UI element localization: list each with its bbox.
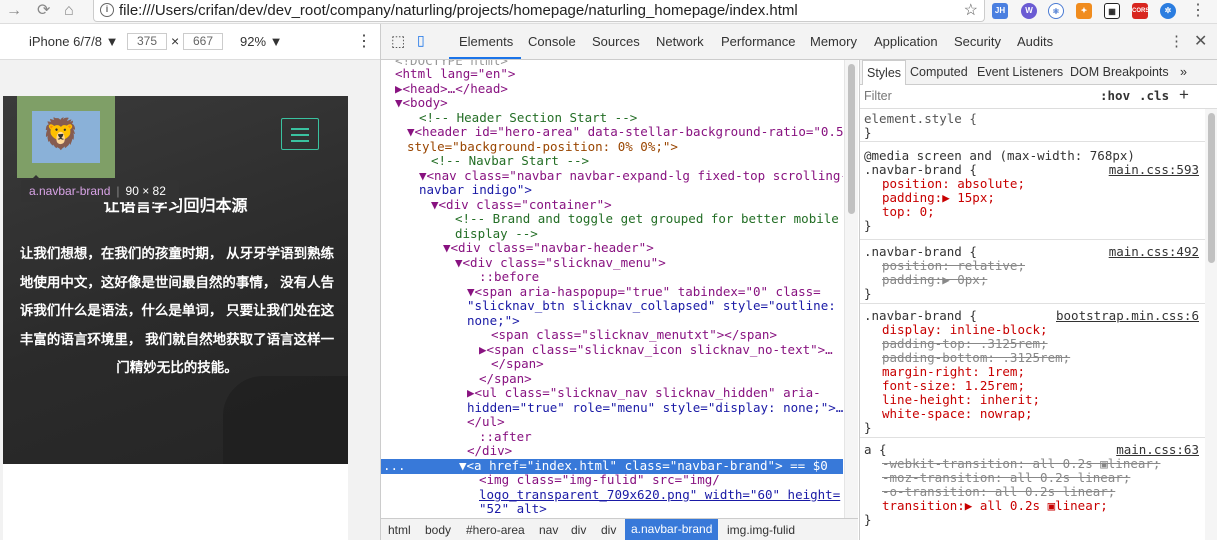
rule-navbar-brand-main: .navbar-brand { main.css:492 position: r… — [860, 242, 1205, 304]
tab-sources[interactable]: Sources — [592, 34, 640, 49]
dom-line[interactable]: </ul> — [467, 414, 505, 430]
device-toggle-icon[interactable]: ▯ — [417, 32, 425, 49]
styles-pane: Styles Computed Event Listeners DOM Brea… — [859, 60, 1217, 540]
tab-application[interactable]: Application — [874, 34, 938, 49]
browser-menu-icon[interactable]: ⋮ — [1190, 1, 1206, 21]
hamburger-menu-button[interactable] — [281, 118, 319, 150]
inspect-element-icon[interactable]: ⬚ — [391, 32, 405, 50]
extension-orange-icon[interactable]: ✦ — [1076, 3, 1092, 19]
tab-security[interactable]: Security — [954, 34, 1001, 49]
extension-w-icon[interactable]: W — [1021, 3, 1037, 19]
address-bar[interactable]: i file:///Users/crifan/dev/dev_root/comp… — [93, 0, 985, 22]
dom-line[interactable]: <!-- Navbar Start --> — [431, 153, 589, 169]
styles-scrollbar[interactable] — [1205, 109, 1217, 540]
dom-line[interactable]: ::before — [479, 269, 539, 285]
devtools-tabs: ⬚ ▯ Elements Console Sources Network Per… — [381, 24, 1217, 60]
breadcrumb-item[interactable]: div — [571, 523, 586, 537]
devtools-menu-icon[interactable]: ⋮ — [1169, 32, 1184, 50]
cors-extension-icon[interactable]: CORS — [1132, 3, 1149, 19]
tab-memory[interactable]: Memory — [810, 34, 857, 49]
dom-line[interactable]: </div> — [467, 443, 512, 459]
breadcrumb-item[interactable]: #hero-area — [466, 523, 525, 537]
dom-line[interactable]: ▼<body> — [395, 95, 448, 111]
elements-scrollbar[interactable] — [844, 60, 858, 518]
device-toolbar: iPhone 6/7/8 ▼ 375 × 667 92% ▼ ⋮ — [0, 24, 380, 60]
dom-line[interactable]: <span class="slicknav_menutxt"></span> — [491, 327, 777, 343]
rule-anchor: a { main.css:63 -webkit-transition: all … — [864, 442, 1199, 527]
hov-toggle[interactable]: :hov — [1100, 88, 1130, 103]
breadcrumb-item[interactable]: html — [388, 523, 411, 537]
tab-audits[interactable]: Audits — [1017, 34, 1053, 49]
zoom-select[interactable]: 92% ▼ — [240, 34, 283, 49]
url-text: file:///Users/crifan/dev/dev_root/compan… — [119, 2, 798, 19]
new-rule-button[interactable]: + — [1179, 85, 1189, 105]
dimension-separator: × — [171, 33, 180, 49]
tab-elements[interactable]: Elements — [459, 34, 513, 49]
home-icon[interactable]: ⌂ — [64, 1, 74, 21]
styles-filter: Filter :hov .cls + — [860, 85, 1217, 109]
breadcrumb-item[interactable]: body — [425, 523, 451, 537]
tab-network[interactable]: Network — [656, 34, 704, 49]
source-link[interactable]: main.css:492 — [1109, 245, 1199, 259]
device-more-icon[interactable]: ⋮ — [356, 31, 372, 51]
forward-icon[interactable]: → — [6, 1, 22, 21]
react-devtools-icon[interactable]: ⚛ — [1048, 3, 1064, 19]
hero-background-shape — [223, 376, 348, 464]
more-tabs-icon[interactable]: » — [1180, 65, 1187, 79]
brand-logo[interactable]: 🦁 — [32, 111, 100, 163]
breadcrumb-item[interactable]: div — [601, 523, 616, 537]
cls-toggle[interactable]: .cls — [1139, 88, 1169, 103]
hero-text: 让我们想想，在我们的孩童时期， 从牙牙学语到熟练地使用中文，这好像是世间最自然的… — [19, 246, 335, 375]
dom-line[interactable]: navbar indigo"> — [419, 182, 532, 198]
device-height-input[interactable]: 667 — [183, 33, 223, 50]
tab-performance[interactable]: Performance — [721, 34, 795, 49]
qr-code-icon[interactable]: ▦ — [1104, 3, 1120, 19]
dom-line[interactable]: <html lang="en"> — [395, 66, 515, 82]
rule-media-navbar-brand: @media screen and (max-width: 768px) .na… — [860, 146, 1205, 240]
elements-tree: <!DOCTYPE html> <html lang="en"> ▶<head>… — [381, 60, 843, 518]
dom-line[interactable]: ▼<div class="navbar-header"> — [443, 240, 654, 256]
source-link[interactable]: bootstrap.min.css:6 — [1056, 309, 1199, 323]
dom-line[interactable]: <!-- Brand and toggle get grouped for be… — [455, 211, 839, 227]
breadcrumb-item-current[interactable]: a.navbar-brand — [625, 519, 719, 540]
active-tab-indicator — [449, 57, 521, 59]
logo-mascot-icon: 🦁 — [42, 118, 80, 151]
tab-styles[interactable]: Styles — [862, 60, 907, 85]
tab-event-listeners[interactable]: Event Listeners — [977, 65, 1063, 79]
breadcrumb-item[interactable]: img.img-fulid — [727, 523, 795, 537]
dom-line[interactable]: ▶<ul class="slicknav_nav slicknav_hidden… — [467, 385, 821, 401]
dom-line[interactable]: "52" alt> — [479, 501, 547, 517]
styles-tabs: Styles Computed Event Listeners DOM Brea… — [860, 60, 1217, 85]
hero-area: 🦁 a.navbar-brand | 90 × 82 让语言学习回归本源 让我们想想… — [3, 96, 348, 464]
breadcrumb: html body #hero-area nav div div a.navba… — [381, 518, 858, 540]
dom-line[interactable]: hidden="true" role="menu" style="display… — [467, 400, 843, 416]
dom-line[interactable]: ▼<header id="hero-area" data-stellar-bac… — [407, 124, 843, 140]
tab-console[interactable]: Console — [528, 34, 576, 49]
source-link[interactable]: main.css:593 — [1109, 163, 1199, 177]
source-link[interactable]: main.css:63 — [1116, 443, 1199, 457]
device-select[interactable]: iPhone 6/7/8 ▼ — [29, 34, 118, 49]
filter-input[interactable]: Filter — [864, 89, 892, 103]
tab-dom-breakpoints[interactable]: DOM Breakpoints — [1070, 65, 1169, 79]
close-devtools-icon[interactable]: ✕ — [1194, 31, 1207, 51]
rule-element-style: element.style { } — [860, 110, 1205, 142]
bookmark-star-icon[interactable]: ☆ — [964, 0, 978, 20]
extension-jh-icon[interactable]: JH — [992, 3, 1008, 19]
reload-icon[interactable]: ⟳ — [37, 1, 50, 21]
device-viewport: 🦁 a.navbar-brand | 90 × 82 让语言学习回归本源 让我们想想… — [3, 96, 348, 540]
dom-line[interactable]: "slicknav_btn slicknav_collapsed" style=… — [467, 298, 836, 314]
devtools-panel: ⬚ ▯ Elements Console Sources Network Per… — [380, 24, 1217, 540]
element-tooltip: a.navbar-brand | 90 × 82 — [21, 175, 179, 202]
navbar-brand-highlight[interactable]: 🦁 — [17, 96, 115, 178]
dom-line[interactable]: </span> — [491, 356, 544, 372]
info-icon[interactable]: i — [100, 3, 114, 17]
tab-computed[interactable]: Computed — [910, 65, 968, 79]
browser-toolbar: → ⟳ ⌂ i file:///Users/crifan/dev/dev_roo… — [0, 0, 1217, 24]
extension-blue-icon[interactable]: ✲ — [1160, 3, 1176, 19]
dom-line[interactable]: <img class="img-fulid" src="img/ — [479, 472, 720, 488]
device-width-input[interactable]: 375 — [127, 33, 167, 50]
rule-navbar-brand-bootstrap: .navbar-brand { bootstrap.min.css:6 disp… — [860, 306, 1205, 438]
breadcrumb-item[interactable]: nav — [539, 523, 558, 537]
